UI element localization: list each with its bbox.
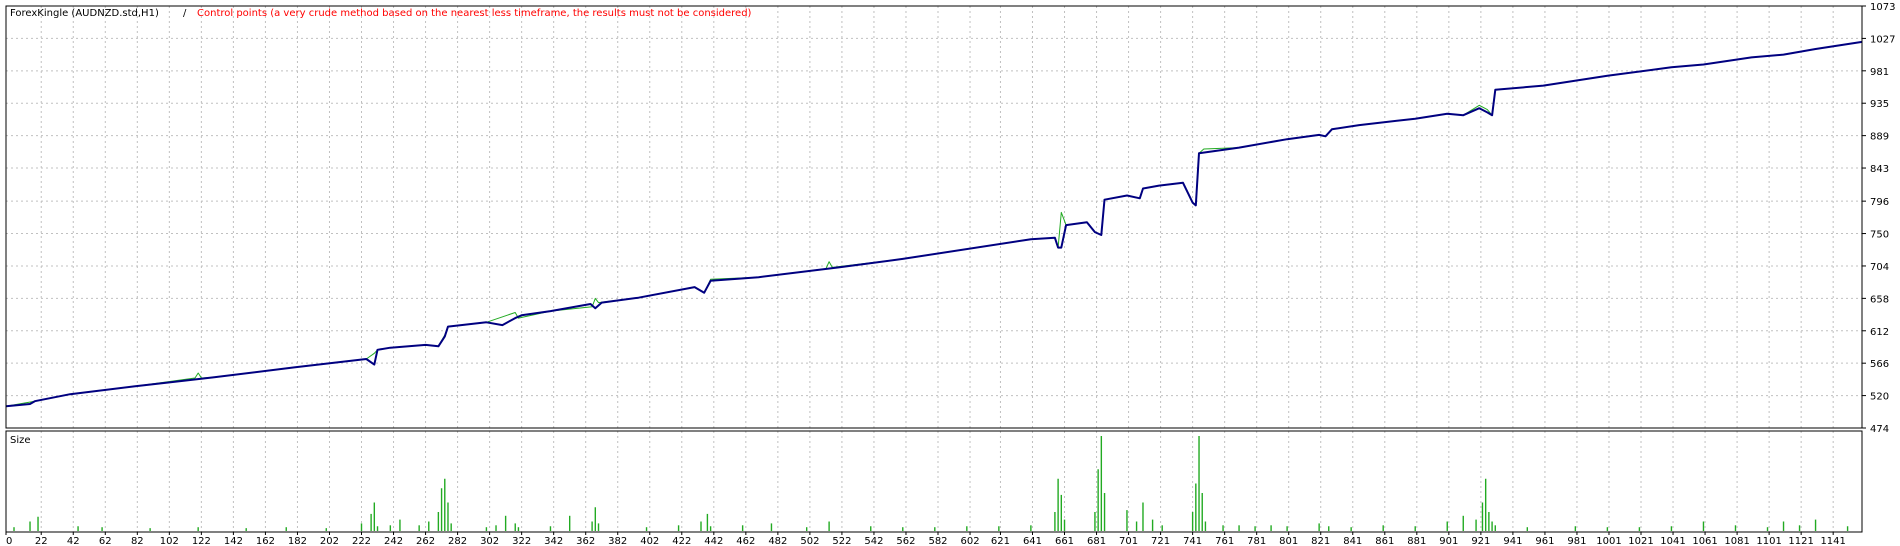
- x-tick-label: 142: [224, 536, 243, 546]
- x-tick-label: 342: [544, 536, 563, 546]
- x-tick-label: 262: [416, 536, 435, 546]
- x-tick-label: 302: [480, 536, 499, 546]
- x-tick-label: 162: [256, 536, 275, 546]
- x-tick-label: 102: [160, 536, 179, 546]
- y-tick-label: 796: [1870, 197, 1889, 208]
- control-points-note: Control points (a very crude method base…: [197, 8, 752, 19]
- x-tick-label: 921: [1471, 536, 1490, 546]
- x-tick-label: 721: [1151, 536, 1170, 546]
- x-tick-label: 522: [832, 536, 851, 546]
- x-tick-label: 0: [6, 536, 12, 546]
- x-tick-label: 961: [1535, 536, 1554, 546]
- x-tick-label: 362: [576, 536, 595, 546]
- y-tick-label: 704: [1870, 262, 1889, 273]
- x-tick-label: 1101: [1756, 536, 1781, 546]
- x-tick-label: 322: [512, 536, 531, 546]
- x-tick-label: 462: [736, 536, 755, 546]
- x-tick-label: 781: [1247, 536, 1266, 546]
- x-tick-label: 901: [1439, 536, 1458, 546]
- x-tick-label: 881: [1407, 536, 1426, 546]
- x-tick-label: 1001: [1596, 536, 1621, 546]
- x-tick-label: 1141: [1820, 536, 1845, 546]
- y-tick-label: 843: [1870, 164, 1889, 175]
- x-tick-label: 562: [896, 536, 915, 546]
- y-tick-label: 981: [1870, 67, 1889, 78]
- symbol-label: ForexKingle (AUDNZD.std,H1): [10, 8, 159, 19]
- x-tick-label: 1061: [1692, 536, 1717, 546]
- x-tick-label: 661: [1055, 536, 1074, 546]
- y-tick-label: 474: [1870, 424, 1889, 435]
- x-tick-label: 542: [864, 536, 883, 546]
- x-tick-label: 22: [35, 536, 48, 546]
- x-tick-label: 182: [288, 536, 307, 546]
- x-tick-label: 222: [352, 536, 371, 546]
- x-tick-label: 761: [1215, 536, 1234, 546]
- y-tick-label: 658: [1870, 294, 1889, 305]
- chart-canvas: 4745205666126587047507968438899359811027…: [0, 0, 1900, 546]
- x-tick-label: 582: [928, 536, 947, 546]
- x-tick-label: 641: [1023, 536, 1042, 546]
- size-panel-title: Size: [10, 435, 31, 446]
- y-tick-label: 612: [1870, 327, 1889, 338]
- x-tick-label: 82: [131, 536, 144, 546]
- x-tick-label: 382: [608, 536, 627, 546]
- chart-background: [0, 0, 1900, 546]
- y-tick-label: 520: [1870, 392, 1889, 403]
- x-tick-label: 602: [960, 536, 979, 546]
- y-tick-label: 1073: [1870, 2, 1895, 13]
- x-tick-label: 981: [1567, 536, 1586, 546]
- y-tick-label: 566: [1870, 359, 1889, 370]
- x-tick-label: 502: [800, 536, 819, 546]
- x-tick-label: 821: [1311, 536, 1330, 546]
- x-tick-label: 941: [1503, 536, 1522, 546]
- x-tick-label: 861: [1375, 536, 1394, 546]
- x-tick-label: 202: [320, 536, 339, 546]
- x-tick-label: 422: [672, 536, 691, 546]
- x-tick-label: 282: [448, 536, 467, 546]
- x-tick-label: 621: [991, 536, 1010, 546]
- x-tick-label: 1121: [1788, 536, 1813, 546]
- x-tick-label: 442: [704, 536, 723, 546]
- y-tick-label: 750: [1870, 230, 1889, 241]
- x-tick-label: 841: [1343, 536, 1362, 546]
- x-tick-label: 741: [1183, 536, 1202, 546]
- x-tick-label: 402: [640, 536, 659, 546]
- x-tick-label: 1081: [1724, 536, 1749, 546]
- x-tick-label: 62: [99, 536, 112, 546]
- x-tick-label: 482: [768, 536, 787, 546]
- x-tick-label: 242: [384, 536, 403, 546]
- x-tick-label: 701: [1119, 536, 1138, 546]
- y-tick-label: 935: [1870, 99, 1889, 110]
- y-tick-label: 889: [1870, 132, 1889, 143]
- x-tick-label: 801: [1279, 536, 1298, 546]
- x-tick-label: 1021: [1628, 536, 1653, 546]
- x-tick-label: 1041: [1660, 536, 1685, 546]
- x-tick-label: 42: [67, 536, 80, 546]
- y-tick-label: 1027: [1870, 34, 1895, 45]
- x-tick-label: 122: [192, 536, 211, 546]
- x-tick-label: 681: [1087, 536, 1106, 546]
